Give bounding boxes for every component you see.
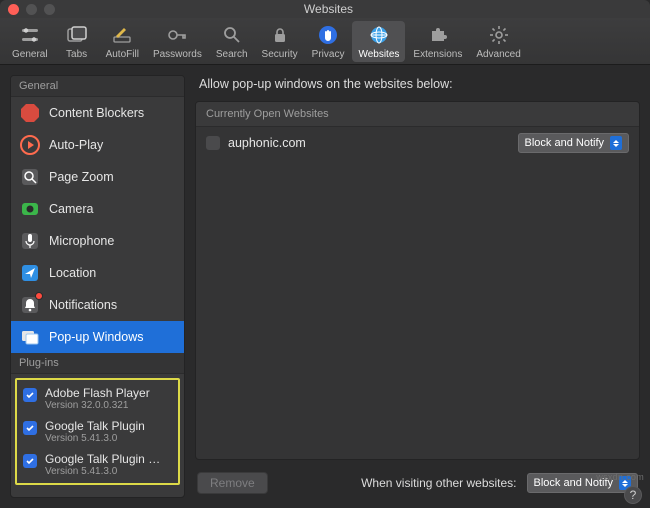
- plugin-version: Version 5.41.3.0: [45, 433, 145, 444]
- lock-icon: [268, 23, 292, 47]
- tab-label: Extensions: [413, 49, 462, 60]
- plugin-version: Version 32.0.0.321: [45, 400, 150, 411]
- gear-icon: [487, 23, 511, 47]
- puzzle-icon: [426, 23, 450, 47]
- help-button[interactable]: ?: [624, 486, 642, 504]
- notifications-badge: [35, 292, 43, 300]
- currently-open-header: Currently Open Websites: [196, 102, 639, 127]
- tab-label: Websites: [358, 49, 399, 60]
- tab-search[interactable]: Search: [210, 21, 254, 62]
- tab-label: AutoFill: [106, 49, 139, 60]
- tab-extensions[interactable]: Extensions: [407, 21, 468, 62]
- sidebar-section-general: General: [11, 76, 184, 97]
- content: General Content Blockers Auto-Play Page …: [0, 65, 650, 508]
- sidebar-item-notifications[interactable]: Notifications: [11, 289, 184, 321]
- sidebar-item-label: Location: [49, 266, 96, 280]
- sidebar: General Content Blockers Auto-Play Page …: [10, 75, 185, 498]
- microphone-icon: [19, 230, 41, 252]
- plugin-name: Google Talk Plugin: [45, 419, 145, 433]
- tab-label: Security: [262, 49, 298, 60]
- sidebar-item-microphone[interactable]: Microphone: [11, 225, 184, 257]
- tab-general[interactable]: General: [6, 21, 54, 62]
- hand-icon: [316, 23, 340, 47]
- sidebar-item-label: Content Blockers: [49, 106, 144, 120]
- plugin-name: Google Talk Plugin Vid…: [45, 452, 165, 466]
- minimize-window-icon[interactable]: [26, 4, 37, 15]
- tab-security[interactable]: Security: [256, 21, 304, 62]
- bell-icon: [19, 294, 41, 316]
- sidebar-item-location[interactable]: Location: [11, 257, 184, 289]
- policy-value: Block and Notify: [525, 137, 604, 149]
- camera-icon: [19, 198, 41, 220]
- watermark-text: wsxdn.com: [596, 472, 644, 482]
- sidebar-item-auto-play[interactable]: Auto-Play: [11, 129, 184, 161]
- sidebar-item-label: Microphone: [49, 234, 114, 248]
- plugins-section: Adobe Flash Player Version 32.0.0.321 Go…: [11, 374, 184, 489]
- zoom-icon: [19, 166, 41, 188]
- titlebar: Websites: [0, 0, 650, 18]
- sidebar-item-label: Notifications: [49, 298, 117, 312]
- sidebar-item-label: Page Zoom: [49, 170, 114, 184]
- sidebar-section-plugins: Plug-ins: [11, 353, 184, 374]
- checkbox-checked-icon[interactable]: [23, 421, 37, 435]
- window-title: Websites: [55, 2, 602, 16]
- footer-bar: Remove When visiting other websites: Blo…: [195, 468, 640, 498]
- pencil-form-icon: [110, 23, 134, 47]
- checkbox-checked-icon[interactable]: [23, 454, 37, 468]
- remove-button[interactable]: Remove: [197, 472, 268, 494]
- website-row[interactable]: auphonic.com Block and Notify: [196, 127, 639, 159]
- tab-advanced[interactable]: Advanced: [470, 21, 526, 62]
- play-circle-icon: [19, 134, 41, 156]
- sidebar-item-content-blockers[interactable]: Content Blockers: [11, 97, 184, 129]
- favicon-placeholder-icon: [206, 136, 220, 150]
- plugin-name: Adobe Flash Player: [45, 386, 150, 400]
- websites-panel: Currently Open Websites auphonic.com Blo…: [195, 101, 640, 460]
- tab-label: Advanced: [476, 49, 520, 60]
- sidebar-item-camera[interactable]: Camera: [11, 193, 184, 225]
- tab-label: General: [12, 49, 48, 60]
- sidebar-item-label: Pop-up Windows: [49, 330, 144, 344]
- tab-tabs[interactable]: Tabs: [56, 21, 98, 62]
- window-controls: [8, 4, 55, 15]
- tabs-icon: [65, 23, 89, 47]
- plugin-row[interactable]: Google Talk Plugin Vid… Version 5.41.3.0: [19, 448, 176, 481]
- switches-icon: [18, 23, 42, 47]
- sidebar-item-popup-windows[interactable]: Pop-up Windows: [11, 321, 184, 353]
- tab-websites[interactable]: Websites: [352, 21, 405, 62]
- main-panel: Allow pop-up windows on the websites bel…: [195, 75, 640, 498]
- tab-label: Search: [216, 49, 248, 60]
- search-icon: [220, 23, 244, 47]
- key-icon: [165, 23, 189, 47]
- sidebar-item-label: Auto-Play: [49, 138, 103, 152]
- plugin-row[interactable]: Google Talk Plugin Version 5.41.3.0: [19, 415, 176, 448]
- windows-icon: [19, 326, 41, 348]
- checkbox-checked-icon[interactable]: [23, 388, 37, 402]
- website-host: auphonic.com: [228, 136, 510, 150]
- toolbar: General Tabs AutoFill Passwords Search S…: [0, 18, 650, 65]
- tab-label: Tabs: [66, 49, 87, 60]
- location-arrow-icon: [19, 262, 41, 284]
- tab-passwords[interactable]: Passwords: [147, 21, 208, 62]
- plugin-version: Version 5.41.3.0: [45, 466, 165, 477]
- close-window-icon[interactable]: [8, 4, 19, 15]
- tab-privacy[interactable]: Privacy: [306, 21, 351, 62]
- select-arrows-icon: [610, 136, 622, 150]
- zoom-window-icon[interactable]: [44, 4, 55, 15]
- tab-label: Privacy: [312, 49, 345, 60]
- plugins-highlight-box: Adobe Flash Player Version 32.0.0.321 Go…: [15, 378, 180, 485]
- tab-label: Passwords: [153, 49, 202, 60]
- tab-autofill[interactable]: AutoFill: [100, 21, 145, 62]
- globe-icon: [367, 23, 391, 47]
- stop-sign-icon: [19, 102, 41, 124]
- main-heading: Allow pop-up windows on the websites bel…: [195, 75, 640, 93]
- plugin-row[interactable]: Adobe Flash Player Version 32.0.0.321: [19, 382, 176, 415]
- sidebar-item-label: Camera: [49, 202, 93, 216]
- other-websites-label: When visiting other websites:: [361, 476, 516, 490]
- policy-select[interactable]: Block and Notify: [518, 133, 629, 153]
- sidebar-item-page-zoom[interactable]: Page Zoom: [11, 161, 184, 193]
